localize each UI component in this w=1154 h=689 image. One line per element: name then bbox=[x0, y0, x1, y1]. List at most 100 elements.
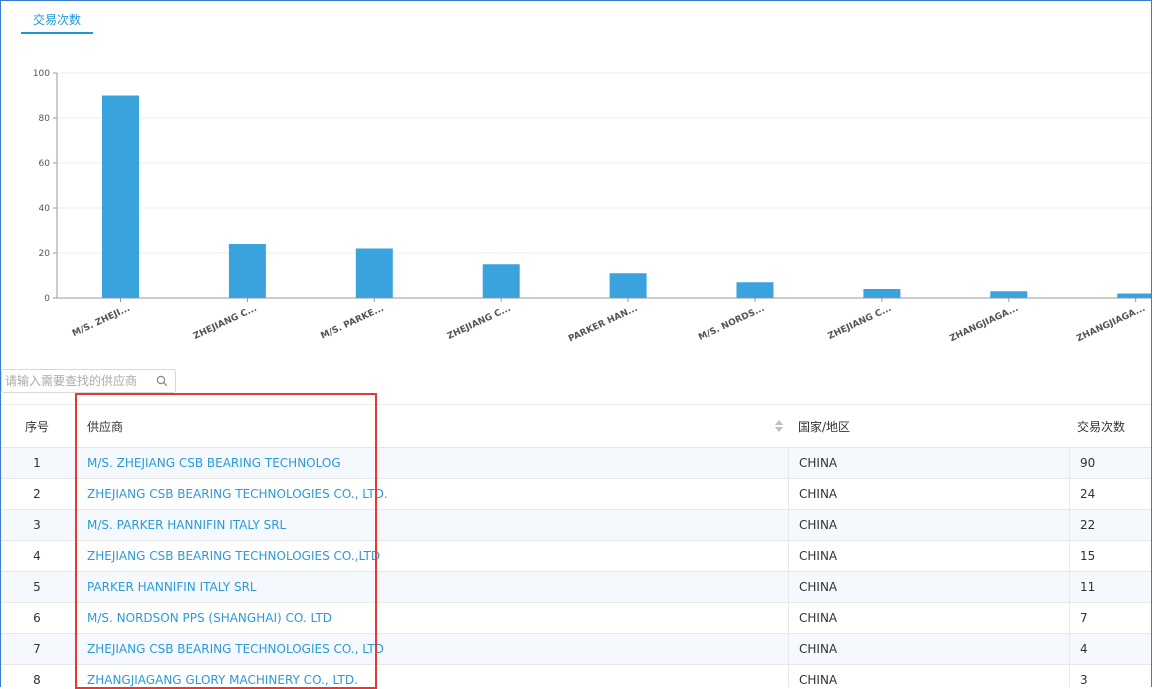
row-country-cell: CHINA bbox=[788, 448, 1070, 478]
header-index: 序号 bbox=[24, 419, 49, 434]
row-supplier-link[interactable]: ZHEJIANG CSB BEARING TECHNOLOGIES CO., L… bbox=[87, 642, 384, 656]
x-tick-label: ZHEJIANG C... bbox=[827, 304, 894, 342]
row-country: CHINA bbox=[799, 642, 838, 656]
row-index-cell: 4 bbox=[1, 541, 73, 571]
row-index: 8 bbox=[33, 673, 41, 687]
row-count: 24 bbox=[1080, 487, 1096, 501]
supplier-search-box[interactable] bbox=[1, 369, 176, 393]
row-count: 22 bbox=[1080, 518, 1096, 532]
row-index-cell: 8 bbox=[1, 665, 73, 687]
bar bbox=[609, 273, 647, 298]
row-index: 6 bbox=[33, 611, 41, 625]
row-supplier-link-cell: ZHANGJIAGANG GLORY MACHINERY CO., LTD. bbox=[87, 665, 777, 687]
bar bbox=[102, 95, 139, 298]
row-count: 4 bbox=[1080, 642, 1088, 656]
table-header: 序号 供应商 国家/地区 交易次数 bbox=[1, 404, 1151, 448]
row-index-cell: 6 bbox=[1, 603, 73, 633]
row-country-cell: CHINA bbox=[788, 572, 1070, 602]
row-country-cell: CHINA bbox=[788, 634, 1070, 664]
row-count: 11 bbox=[1080, 580, 1096, 594]
row-supplier-link-cell: ZHEJIANG CSB BEARING TECHNOLOGIES CO., L… bbox=[87, 479, 777, 509]
row-country-cell: CHINA bbox=[788, 665, 1070, 687]
row-index: 7 bbox=[33, 642, 41, 656]
row-index: 5 bbox=[33, 580, 41, 594]
header-country: 国家/地区 bbox=[798, 419, 851, 434]
table-row: 2 ZHEJIANG CSB BEARING TECHNOLOGIES CO., … bbox=[1, 479, 1151, 510]
table-row: 5 PARKER HANNIFIN ITALY SRL CHINA 11 bbox=[1, 572, 1151, 603]
x-tick-label: M/S. PARKE... bbox=[319, 304, 385, 342]
table-row: 3 M/S. PARKER HANNIFIN ITALY SRL CHINA 22 bbox=[1, 510, 1151, 541]
row-index-cell: 1 bbox=[1, 448, 73, 478]
table-row: 4 ZHEJIANG CSB BEARING TECHNOLOGIES CO.,L… bbox=[1, 541, 1151, 572]
row-supplier-link[interactable]: M/S. PARKER HANNIFIN ITALY SRL bbox=[87, 518, 286, 532]
y-tick-label: 0 bbox=[44, 294, 50, 304]
row-country: CHINA bbox=[799, 611, 838, 625]
row-count-cell: 90 bbox=[1069, 448, 1151, 478]
row-index-cell: 5 bbox=[1, 572, 73, 602]
row-index: 4 bbox=[33, 549, 41, 563]
row-supplier-link-cell: M/S. NORDSON PPS (SHANGHAI) CO. LTD bbox=[87, 603, 777, 633]
table-body: 1 M/S. ZHEJIANG CSB BEARING TECHNOLOG CHIN… bbox=[1, 448, 1151, 687]
bar bbox=[990, 291, 1028, 298]
row-index-cell: 3 bbox=[1, 510, 73, 540]
row-supplier-link-cell: PARKER HANNIFIN ITALY SRL bbox=[87, 572, 777, 602]
header-supplier[interactable]: 供应商 bbox=[87, 405, 777, 447]
table-row: 8 ZHANGJIAGANG GLORY MACHINERY CO., LTD. C… bbox=[1, 665, 1151, 687]
bar bbox=[736, 282, 774, 298]
row-count: 3 bbox=[1080, 673, 1088, 687]
row-country-cell: CHINA bbox=[788, 510, 1070, 540]
row-country: CHINA bbox=[799, 518, 838, 532]
row-count: 7 bbox=[1080, 611, 1088, 625]
y-tick-label: 100 bbox=[33, 69, 50, 79]
row-country: CHINA bbox=[799, 673, 838, 687]
row-count-cell: 4 bbox=[1069, 634, 1151, 664]
row-supplier-link-cell: M/S. PARKER HANNIFIN ITALY SRL bbox=[87, 510, 777, 540]
row-supplier-link-cell: M/S. ZHEJIANG CSB BEARING TECHNOLOG bbox=[87, 448, 777, 478]
row-supplier-link-cell: ZHEJIANG CSB BEARING TECHNOLOGIES CO.,LT… bbox=[87, 541, 777, 571]
supplier-search-input[interactable] bbox=[5, 372, 150, 390]
supplier-table: 序号 供应商 国家/地区 交易次数 1 M/S. ZHEJIANG CSB BEA… bbox=[1, 404, 1151, 687]
row-index: 2 bbox=[33, 487, 41, 501]
bar-chart: 0 20 40 60 80 100 M/S. ZHEJI... ZHEJIANG C... M/… bbox=[33, 69, 1151, 345]
row-index-cell: 2 bbox=[1, 479, 73, 509]
row-country: CHINA bbox=[799, 549, 838, 563]
bar bbox=[863, 289, 901, 298]
x-tick-label: M/S. NORDS... bbox=[697, 304, 766, 343]
table-row: 6 M/S. NORDSON PPS (SHANGHAI) CO. LTD CHIN… bbox=[1, 603, 1151, 634]
bar bbox=[228, 244, 266, 298]
row-index: 3 bbox=[33, 518, 41, 532]
row-count-cell: 11 bbox=[1069, 572, 1151, 602]
x-tick-label: PARKER HAN... bbox=[567, 304, 639, 345]
row-count-cell: 22 bbox=[1069, 510, 1151, 540]
row-count-cell: 3 bbox=[1069, 665, 1151, 687]
row-country-cell: CHINA bbox=[788, 603, 1070, 633]
sort-icon[interactable] bbox=[774, 419, 784, 433]
bar bbox=[482, 264, 520, 298]
row-supplier-link[interactable]: ZHEJIANG CSB BEARING TECHNOLOGIES CO., L… bbox=[87, 487, 388, 501]
x-tick-label: M/S. ZHEJI... bbox=[71, 304, 132, 339]
row-count: 90 bbox=[1080, 456, 1096, 470]
table-row: 7 ZHEJIANG CSB BEARING TECHNOLOGIES CO., … bbox=[1, 634, 1151, 665]
bar bbox=[1117, 293, 1151, 298]
row-supplier-link[interactable]: M/S. ZHEJIANG CSB BEARING TECHNOLOG bbox=[87, 456, 341, 470]
row-supplier-link[interactable]: ZHEJIANG CSB BEARING TECHNOLOGIES CO.,LT… bbox=[87, 549, 380, 563]
row-country-cell: CHINA bbox=[788, 541, 1070, 571]
row-supplier-link[interactable]: ZHANGJIAGANG GLORY MACHINERY CO., LTD. bbox=[87, 673, 358, 687]
row-country: CHINA bbox=[799, 456, 838, 470]
row-count-cell: 7 bbox=[1069, 603, 1151, 633]
row-count-cell: 15 bbox=[1069, 541, 1151, 571]
row-count-cell: 24 bbox=[1069, 479, 1151, 509]
y-tick-label: 80 bbox=[39, 114, 51, 124]
row-supplier-link-cell: ZHEJIANG CSB BEARING TECHNOLOGIES CO., L… bbox=[87, 634, 777, 664]
row-supplier-link[interactable]: PARKER HANNIFIN ITALY SRL bbox=[87, 580, 257, 594]
row-index: 1 bbox=[33, 456, 41, 470]
x-tick-label: ZHEJIANG C... bbox=[446, 304, 513, 342]
search-icon[interactable] bbox=[156, 375, 168, 387]
table-row: 1 M/S. ZHEJIANG CSB BEARING TECHNOLOG CHIN… bbox=[1, 448, 1151, 479]
x-tick-label: ZHEJIANG C... bbox=[192, 304, 259, 342]
row-country: CHINA bbox=[799, 580, 838, 594]
row-supplier-link[interactable]: M/S. NORDSON PPS (SHANGHAI) CO. LTD bbox=[87, 611, 332, 625]
y-tick-label: 60 bbox=[39, 159, 51, 169]
y-tick-label: 40 bbox=[39, 204, 51, 214]
row-count: 15 bbox=[1080, 549, 1096, 563]
